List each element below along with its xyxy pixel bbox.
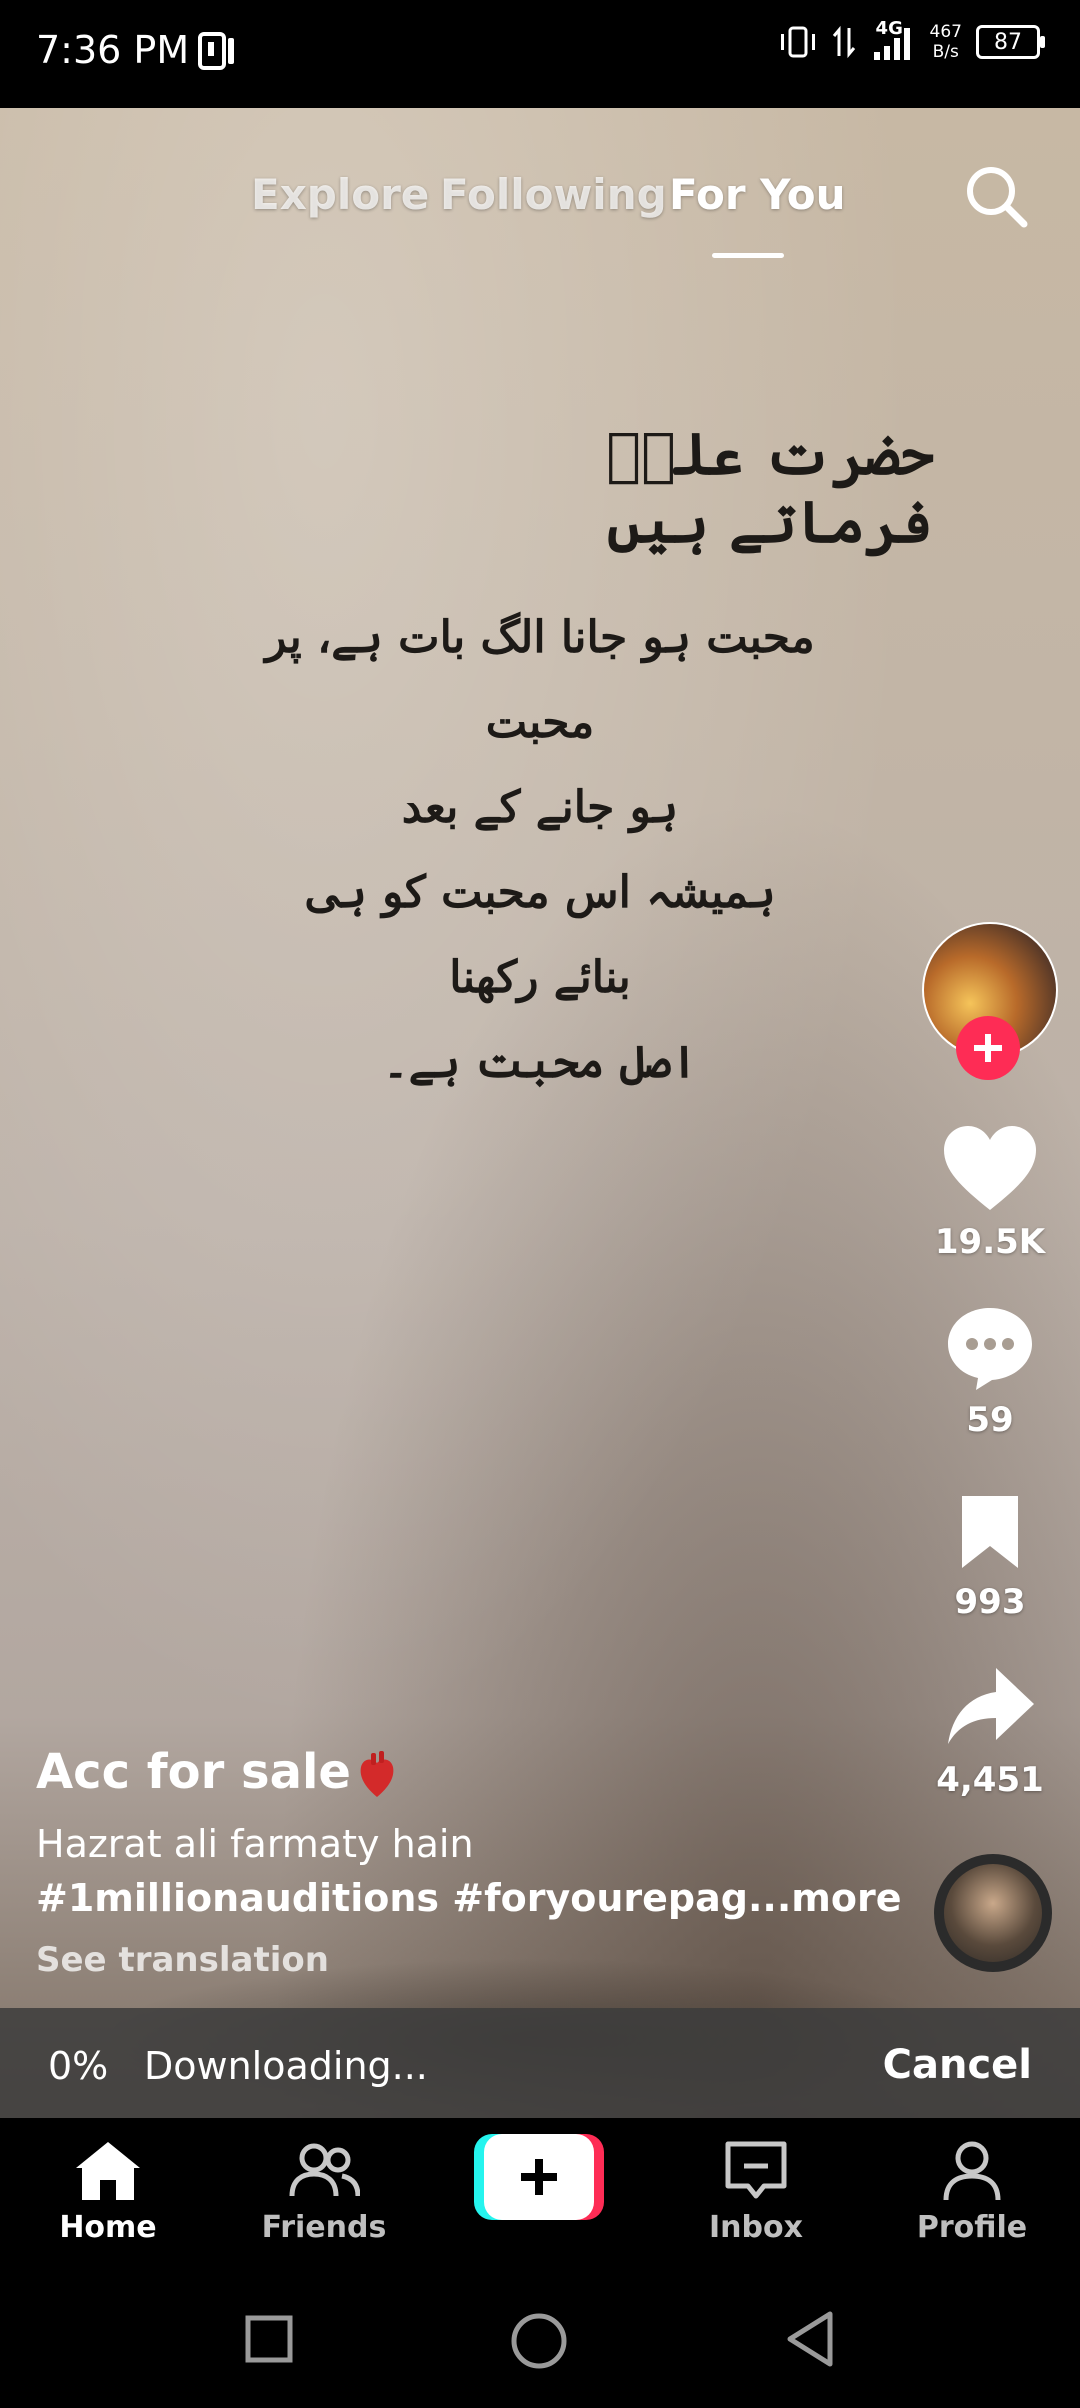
plus-icon [521,2159,557,2195]
status-time: 7:36 PM [36,28,190,72]
share-count: 4,451 [936,1760,1044,1800]
hashtags-text[interactable]: #1millionauditions #foryourepag... [36,1876,791,1920]
status-bar: 7:36 PM 4G 467 B/s 87 [0,0,1080,108]
tab-following[interactable]: Following [440,170,667,219]
active-tab-indicator [712,253,784,258]
bookmark-icon[interactable] [956,1492,1024,1572]
see-translation-link[interactable]: See translation [36,1940,329,1980]
creator-username[interactable]: Acc for sale [36,1744,397,1800]
net-speed: 467 B/s [930,22,962,62]
anatomical-heart-icon [360,1751,394,1797]
tab-for-you[interactable]: For You [669,170,846,219]
video-text-line: ہمیشہ اس محبت کو ہی بنائے رکھنا [304,867,776,1003]
comment-count: 59 [966,1400,1014,1440]
net-speed-unit: B/s [932,42,959,62]
download-status: Downloading... [144,2044,428,2088]
create-button[interactable] [474,2134,604,2220]
save-count: 993 [954,1582,1026,1622]
video-description: Hazrat ali farmaty hain [36,1822,474,1866]
like-count: 19.5K [934,1222,1046,1262]
battery-icon: 87 [976,25,1045,59]
comment-icon[interactable] [944,1304,1036,1392]
signal-icon [873,28,910,60]
friends-icon [289,2143,361,2197]
nav-friends[interactable]: Friends [234,2138,414,2245]
video-text-body: محبت ہو جانا الگ بات ہے، پر محبت ہو جانے… [260,595,820,1105]
video-text-line: ہو جانے کے بعد [401,782,679,833]
cancel-download-button[interactable]: Cancel [883,2042,1032,2088]
system-nav-bar [0,2280,1080,2408]
home-icon [76,2142,140,2200]
video-text-line: محبت ہو جانا الگ بات ہے، پر محبت [265,612,815,748]
nav-friends-label: Friends [261,2210,387,2245]
vibrate-icon [780,26,815,58]
follow-button[interactable] [956,1016,1020,1080]
music-disc[interactable] [934,1854,1052,1972]
nav-home-label: Home [59,2210,157,2245]
profile-icon [943,2141,1001,2201]
create-button-face [484,2134,594,2220]
net-speed-value: 467 [929,22,962,42]
inbox-icon [725,2141,787,2199]
nav-inbox-label: Inbox [709,2210,803,2245]
data-transfer-icon [832,25,855,59]
top-tabs: Explore Following For You [0,170,1080,250]
tab-explore[interactable]: Explore [251,170,429,219]
video-text-line: اصل محبت ہے۔ [382,1037,698,1088]
video-text-title: حضرت علیؓ فرماتے ہیں [606,420,934,556]
search-icon[interactable] [962,162,1030,230]
signal-block: 4G [870,18,916,62]
status-right: 4G 467 B/s 87 [778,18,1045,62]
back-icon[interactable] [784,2310,836,2368]
video-hashtags[interactable]: #1millionauditions #foryourepag...more [36,1876,902,1920]
home-circle-icon[interactable] [510,2312,568,2370]
nav-home[interactable]: Home [18,2138,198,2245]
share-icon[interactable] [944,1664,1036,1748]
more-link[interactable]: more [791,1876,901,1920]
notification-icon [198,32,234,70]
battery-level: 87 [994,29,1022,55]
username-text: Acc for sale [36,1744,351,1800]
nav-inbox[interactable]: Inbox [666,2138,846,2245]
plus-icon [974,1034,1002,1062]
recents-icon[interactable] [244,2314,294,2364]
nav-profile[interactable]: Profile [882,2138,1062,2245]
video-player[interactable] [0,108,1080,2118]
download-percent: 0% [48,2044,109,2088]
nav-profile-label: Profile [916,2210,1028,2245]
download-bar: 0% Downloading... Cancel [0,2008,1080,2118]
like-icon[interactable] [940,1124,1040,1214]
bottom-nav: Home Friends Inbox Profile [0,2118,1080,2280]
